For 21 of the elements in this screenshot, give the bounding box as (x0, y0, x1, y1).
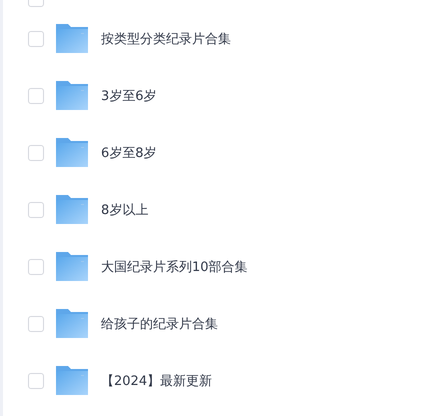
folder-icon (55, 137, 89, 168)
checkbox[interactable] (28, 258, 44, 274)
folder-icon (55, 23, 89, 54)
checkbox[interactable] (28, 202, 44, 218)
folder-icon (55, 80, 89, 111)
folder-name[interactable]: 按类型分类纪录片合集 (101, 30, 231, 48)
folder-name[interactable]: 大国纪录片系列10部合集 (101, 258, 248, 276)
folder-icon (55, 308, 89, 339)
folder-name[interactable]: 给孩子的纪录片合集 (101, 314, 218, 332)
checkbox[interactable] (28, 30, 44, 46)
checkbox[interactable] (28, 88, 44, 104)
folder-icon (55, 194, 89, 225)
checkbox[interactable] (28, 144, 44, 160)
folder-icon (55, 251, 89, 282)
folder-name[interactable]: 3岁至6岁 (101, 86, 157, 104)
folder-name[interactable]: 8岁以上 (101, 200, 148, 218)
checkbox[interactable] (28, 316, 44, 332)
folder-name[interactable]: 6岁至8岁 (101, 144, 157, 162)
checkbox[interactable] (28, 372, 44, 388)
folder-icon (55, 365, 89, 396)
folder-name[interactable]: 【2024】最新更新 (101, 372, 212, 390)
